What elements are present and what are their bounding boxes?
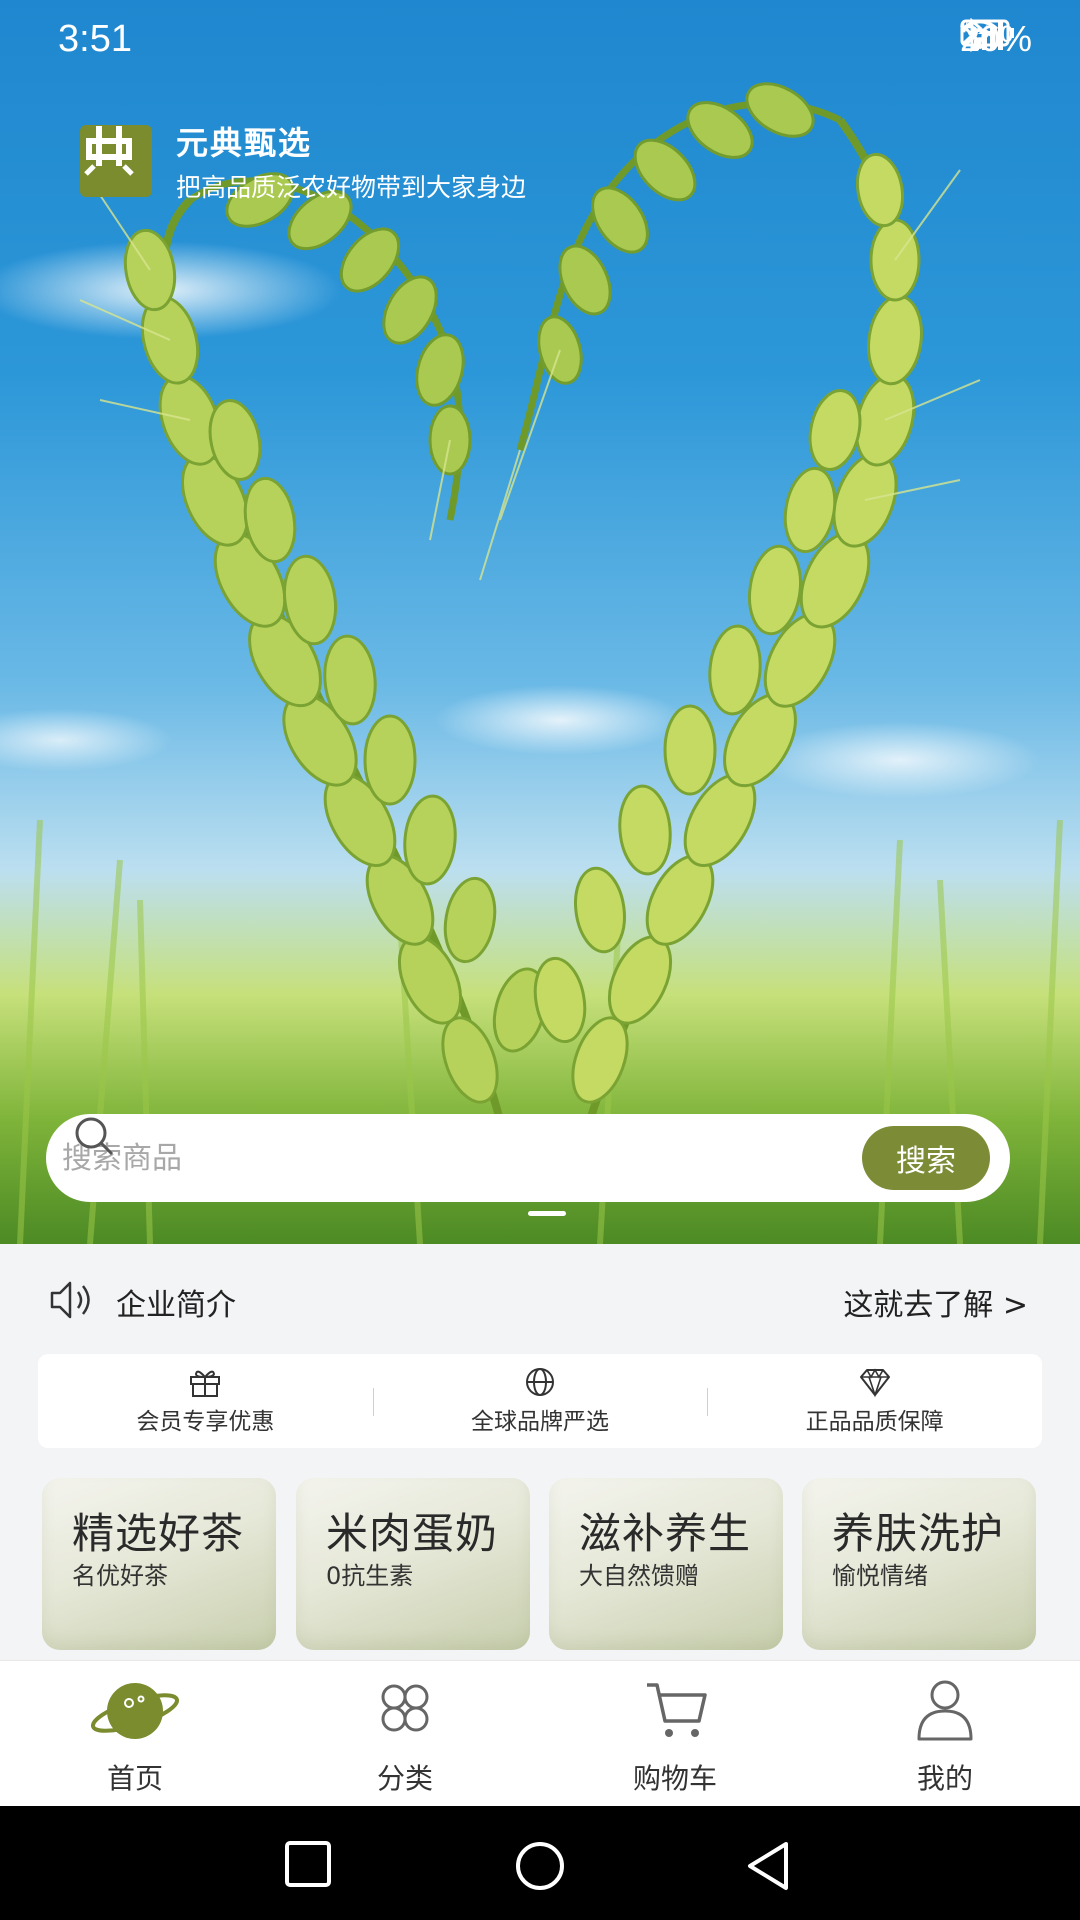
status-icons: 4G 20%: [960, 18, 1032, 60]
brand-logo-icon: [80, 125, 152, 197]
tab-cart[interactable]: 购物车: [540, 1661, 810, 1807]
category-card-food[interactable]: 米肉蛋奶 0抗生素: [296, 1478, 530, 1650]
search-input[interactable]: [60, 1139, 862, 1177]
search-icon: [75, 1117, 114, 1156]
home-circle-icon[interactable]: [514, 1840, 566, 1892]
brand-slogan: 把高品质泛农好物带到大家身边: [176, 173, 527, 202]
feature-quality-guarantee[interactable]: 正品品质保障: [707, 1354, 1042, 1448]
diamond-icon: [859, 1368, 890, 1398]
recent-apps-icon[interactable]: [284, 1840, 332, 1888]
tab-label: 购物车: [632, 1762, 717, 1795]
feature-label: 会员专享优惠: [136, 1409, 275, 1435]
tab-home[interactable]: 首页: [0, 1661, 270, 1807]
category-title: 米肉蛋奶: [326, 1509, 499, 1558]
learn-more-link[interactable]: 这就去了解 >: [843, 1280, 1028, 1324]
company-intro-title: 企业简介: [116, 1288, 236, 1323]
category-card-tea[interactable]: 精选好茶 名优好茶: [42, 1478, 276, 1650]
tab-mine[interactable]: 我的: [810, 1661, 1080, 1807]
category-card-wellness[interactable]: 滋补养生 大自然馈赠: [549, 1478, 783, 1650]
status-time: 3:51: [58, 18, 132, 60]
globe-icon: [526, 1368, 554, 1396]
tab-label: 分类: [376, 1762, 433, 1795]
search-bar: 搜索: [46, 1114, 1010, 1202]
category-subtitle: 0抗生素: [326, 1562, 414, 1590]
brand-header: 元典甄选 把高品质泛农好物带到大家身边: [80, 118, 526, 204]
grid-icon: [381, 1684, 429, 1732]
tab-category[interactable]: 分类: [270, 1661, 540, 1807]
gift-icon: [190, 1370, 221, 1397]
feature-strip: 会员专享优惠 全球品牌严选 正品品质保障: [38, 1354, 1042, 1448]
category-card-skincare[interactable]: 养肤洗护 愉悦情绪: [802, 1478, 1036, 1650]
back-triangle-icon[interactable]: [744, 1840, 792, 1892]
category-subtitle: 名优好茶: [72, 1562, 168, 1590]
status-bar: 3:51 4G 20%: [0, 0, 1080, 86]
feature-global-brands[interactable]: 全球品牌严选: [372, 1354, 708, 1448]
hero-banner[interactable]: 3:51 4G 20% 元典甄选 把高品质泛农好物带到大家身边 搜索商品 搜索: [0, 0, 1080, 1244]
tab-label: 我的: [916, 1762, 973, 1795]
category-subtitle: 愉悦情绪: [832, 1562, 928, 1590]
category-title: 滋补养生: [579, 1509, 752, 1558]
carousel-indicator[interactable]: [528, 1211, 566, 1216]
feature-label: 正品品质保障: [805, 1409, 944, 1435]
category-title: 养肤洗护: [832, 1509, 1005, 1558]
feature-label: 全球品牌严选: [471, 1409, 609, 1435]
category-subtitle: 大自然馈赠: [579, 1562, 699, 1590]
user-icon: [917, 1680, 973, 1741]
feature-member-discount[interactable]: 会员专享优惠: [38, 1354, 373, 1448]
system-navigation-bar: [0, 1806, 1080, 1920]
brand-name: 元典甄选: [176, 124, 313, 162]
category-title: 精选好茶: [72, 1509, 245, 1558]
company-intro-bar[interactable]: 企业简介 这就去了解 >: [0, 1244, 1080, 1356]
tab-label: 首页: [106, 1762, 163, 1795]
search-button[interactable]: 搜索: [862, 1126, 990, 1190]
battery-charging-icon: [960, 19, 1014, 47]
speaker-icon: [50, 1281, 90, 1319]
bottom-tab-bar: 首页 分类 购物车 我的: [0, 1660, 1080, 1807]
planet-icon: [90, 1683, 180, 1739]
cart-icon: [647, 1683, 707, 1737]
